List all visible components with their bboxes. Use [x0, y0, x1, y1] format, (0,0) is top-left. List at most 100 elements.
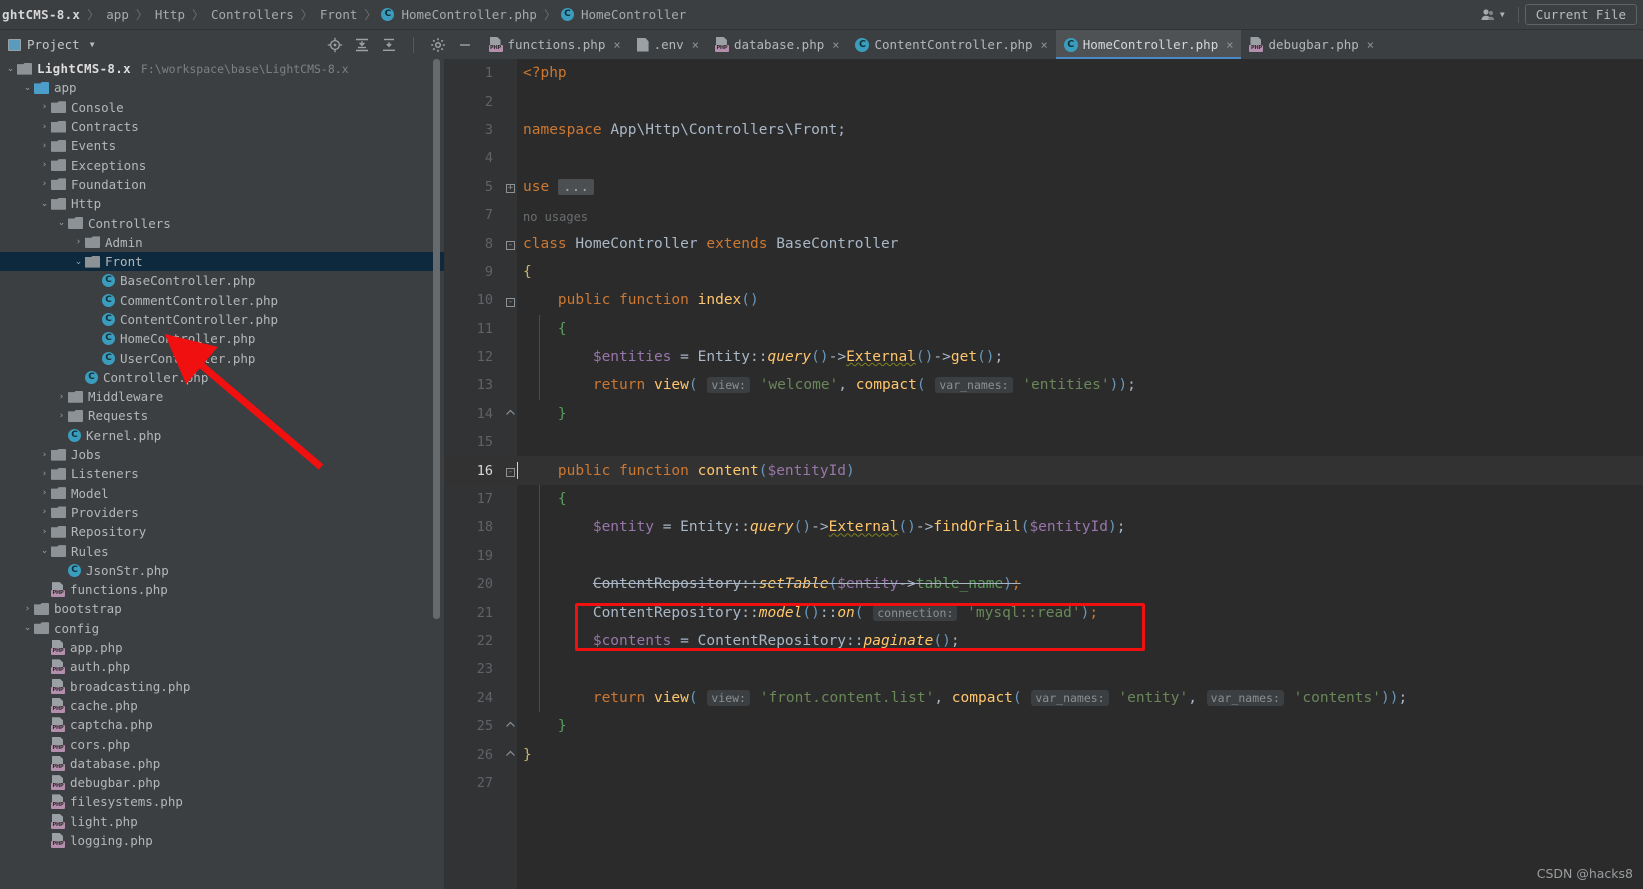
close-icon[interactable]: ×: [1041, 38, 1048, 52]
run-config-selector[interactable]: Current File: [1524, 4, 1637, 25]
close-icon[interactable]: ×: [832, 38, 839, 52]
code-line[interactable]: 2: [445, 87, 1643, 115]
code-line[interactable]: 14 }: [445, 400, 1643, 428]
tab-homecontroller-php[interactable]: C HomeController.php ×: [1055, 30, 1242, 59]
tree-row[interactable]: › Requests: [0, 406, 445, 425]
code-line[interactable]: 23: [445, 655, 1643, 684]
tree-row[interactable]: PHP debugbar.php: [0, 773, 445, 792]
tree-row[interactable]: › Contracts: [0, 117, 445, 136]
tree-row[interactable]: C CommentController.php: [0, 291, 445, 310]
chevron-right-icon[interactable]: ›: [55, 411, 68, 421]
tree-row[interactable]: PHP filesystems.php: [0, 792, 445, 811]
tree-row[interactable]: ⌄ Http: [0, 194, 445, 213]
fold-marker-icon[interactable]: -: [505, 237, 516, 251]
code-line[interactable]: 26}: [445, 740, 1643, 768]
breadcrumb-item-app[interactable]: app: [104, 7, 131, 22]
chevron-right-icon[interactable]: ›: [38, 160, 51, 170]
tree-row[interactable]: PHP cache.php: [0, 696, 445, 715]
tree-row[interactable]: ⌄ Rules: [0, 541, 445, 560]
tree-row[interactable]: PHP light.php: [0, 812, 445, 831]
tree-row[interactable]: ⌄ app: [0, 78, 445, 97]
code-line[interactable]: 11 {: [445, 314, 1643, 343]
code-line[interactable]: 5 + use ...: [445, 173, 1643, 201]
chevron-right-icon[interactable]: ›: [38, 507, 51, 517]
fold-marker-icon[interactable]: [505, 407, 516, 421]
code-line[interactable]: 10- public function index(): [445, 286, 1643, 314]
tree-row[interactable]: › Admin: [0, 233, 445, 252]
code-line[interactable]: 27: [445, 769, 1643, 797]
code-editor[interactable]: 1 <?php 2 3 namespace App\Http\Controllers\F…: [445, 59, 1643, 889]
folded-code-placeholder[interactable]: ...: [557, 178, 595, 195]
code-line[interactable]: 15: [445, 428, 1643, 456]
breadcrumb-item-root[interactable]: ghtCMS-8.x: [0, 7, 82, 22]
tree-row[interactable]: › bootstrap: [0, 599, 445, 618]
code-line[interactable]: 1 <?php: [445, 59, 1643, 87]
minimize-icon[interactable]: [457, 37, 473, 53]
locate-file-icon[interactable]: [327, 37, 343, 53]
tree-row[interactable]: › Providers: [0, 503, 445, 522]
tree-row[interactable]: › Listeners: [0, 464, 445, 483]
chevron-down-icon[interactable]: ⌄: [38, 199, 51, 209]
tree-row[interactable]: › Exceptions: [0, 155, 445, 174]
tree-row[interactable]: › Repository: [0, 522, 445, 541]
tree-row[interactable]: C Kernel.php: [0, 426, 445, 445]
code-line[interactable]: 18 $entity = Entity::query()->External()…: [445, 513, 1643, 542]
code-line[interactable]: 12 $entities = Entity::query()->External…: [445, 342, 1643, 372]
fold-marker-icon[interactable]: -: [505, 464, 516, 478]
tree-row[interactable]: C Controller.php: [0, 368, 445, 387]
code-line[interactable]: 8- class HomeController extends BaseContr…: [445, 229, 1643, 257]
user-account-button[interactable]: ▼: [1473, 7, 1512, 23]
tab-contentcontroller-php[interactable]: C ContentController.php ×: [847, 30, 1055, 59]
breadcrumb-item-controllers[interactable]: Controllers: [209, 7, 296, 22]
tree-row[interactable]: PHP functions.php: [0, 580, 445, 599]
breadcrumb-item-file[interactable]: C HomeController.php: [381, 7, 538, 22]
tree-row[interactable]: C HomeController.php: [0, 329, 445, 348]
gear-icon[interactable]: [430, 37, 446, 53]
tree-row[interactable]: C UserController.php: [0, 348, 445, 367]
tree-row[interactable]: › Jobs: [0, 445, 445, 464]
code-line[interactable]: 4: [445, 144, 1643, 172]
chevron-right-icon[interactable]: ›: [38, 102, 51, 112]
fold-marker-icon[interactable]: [505, 748, 516, 762]
chevron-down-icon[interactable]: ⌄: [4, 64, 17, 74]
tree-row[interactable]: C ContentController.php: [0, 310, 445, 329]
chevron-right-icon[interactable]: ›: [72, 237, 85, 247]
tree-row[interactable]: › Console: [0, 98, 445, 117]
tree-row[interactable]: C JsonStr.php: [0, 561, 445, 580]
close-icon[interactable]: ×: [692, 38, 699, 52]
code-line[interactable]: 13 return view( view: 'welcome', compact…: [445, 371, 1643, 400]
project-tool-window-button[interactable]: Project ▼: [0, 37, 95, 52]
tree-row[interactable]: PHP broadcasting.php: [0, 677, 445, 696]
tree-row[interactable]: PHP captcha.php: [0, 715, 445, 734]
chevron-down-icon[interactable]: ⌄: [21, 623, 34, 633]
code-line[interactable]: 21 ContentRepository::model()::on( conne…: [445, 598, 1643, 627]
chevron-right-icon[interactable]: ›: [38, 469, 51, 479]
collapse-all-icon[interactable]: [381, 37, 397, 53]
tree-row[interactable]: ⌄ LightCMS-8.x F:\workspace\base\LightCM…: [0, 59, 445, 78]
usages-hint[interactable]: no usages: [523, 210, 588, 224]
chevron-right-icon[interactable]: ›: [38, 179, 51, 189]
fold-marker-icon[interactable]: [505, 719, 516, 733]
code-line[interactable]: 19: [445, 541, 1643, 571]
tree-row[interactable]: C BaseController.php: [0, 271, 445, 290]
chevron-down-icon[interactable]: ⌄: [38, 546, 51, 556]
chevron-right-icon[interactable]: ›: [38, 488, 51, 498]
tree-row[interactable]: ⌄ Controllers: [0, 213, 445, 232]
fold-marker-icon[interactable]: -: [505, 294, 516, 307]
tree-row[interactable]: › Events: [0, 136, 445, 155]
code-line[interactable]: 16- public function content($entityId): [445, 456, 1643, 485]
chevron-right-icon[interactable]: ›: [21, 604, 34, 614]
project-tree-scrollbar[interactable]: [433, 59, 440, 619]
breadcrumb-item-class[interactable]: C HomeController: [560, 7, 688, 22]
tree-row[interactable]: PHP app.php: [0, 638, 445, 657]
close-icon[interactable]: ×: [613, 38, 620, 52]
breadcrumb-item-front[interactable]: Front: [318, 7, 360, 22]
tab-env[interactable]: .env ×: [629, 30, 707, 59]
chevron-right-icon[interactable]: ›: [38, 450, 51, 460]
project-tree[interactable]: ⌄ LightCMS-8.x F:\workspace\base\LightCM…: [0, 59, 445, 889]
code-line[interactable]: 9{: [445, 258, 1643, 286]
breadcrumb-item-http[interactable]: Http: [153, 7, 187, 22]
tree-row[interactable]: › Foundation: [0, 175, 445, 194]
tree-row[interactable]: ⌄ config: [0, 619, 445, 638]
close-icon[interactable]: ×: [1367, 38, 1374, 52]
